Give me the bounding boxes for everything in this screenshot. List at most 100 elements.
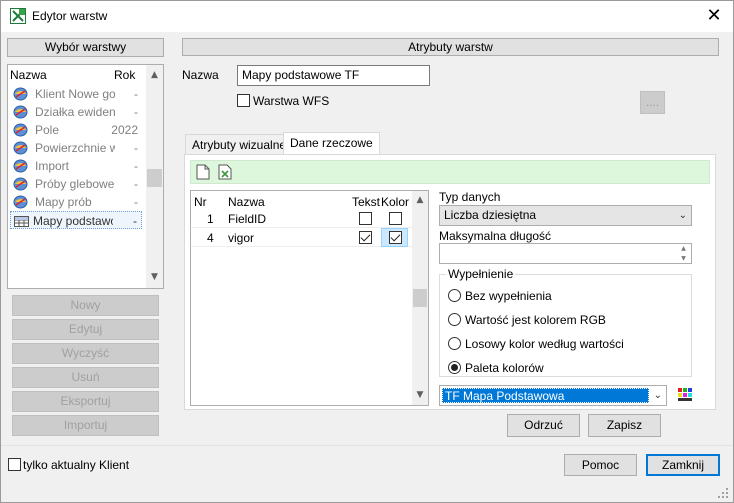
list-item[interactable]: Powierzchnie wy - [10,139,142,157]
table-row[interactable]: 1 FieldID [191,209,413,228]
max-length-label: Maksymalna długość [439,229,552,243]
wfs-checkbox[interactable] [237,94,250,107]
delete-file-icon[interactable] [218,164,232,180]
layer-year: - [134,87,138,101]
fill-option-none-radio[interactable] [448,289,461,302]
scroll-up-icon[interactable]: ▲ [412,192,428,209]
row-text-checkbox[interactable] [359,231,372,244]
layer-icon [13,141,28,155]
data-type-value: Liczba dziesiętna [444,208,537,222]
layer-year: - [133,214,137,228]
import-button[interactable]: Importuj [12,415,159,436]
grid-layer-icon [14,216,29,227]
layer-attributes-header: Atrybuty warstw [182,38,719,56]
close-button[interactable]: Zamknij [646,454,720,476]
layer-name-input[interactable]: Mapy podstawowe TF [237,65,430,86]
row-color-checkbox[interactable] [389,231,402,244]
save-button[interactable]: Zapisz [588,414,661,437]
chevron-down-icon: ⌄ [653,390,662,401]
data-type-select[interactable]: Liczba dziesiętna ⌄ [439,205,692,226]
row-nr: 1 [207,212,214,226]
layer-editor-window: Edytor warstw ✕ Wybór warstwy Nazwa Rok … [0,0,734,503]
list-item[interactable]: Pole 2022 [10,121,142,139]
fill-groupbox: Wypełnienie Bez wypełnienia Wartość jest… [439,267,692,377]
close-icon[interactable]: ✕ [703,5,725,27]
grid-header-color: Kolor [381,195,410,209]
more-button[interactable]: .... [640,91,665,114]
resize-grip-icon[interactable] [716,486,730,500]
layer-name: Powierzchnie wy [35,141,115,155]
list-item[interactable]: Mapy podstawov - [10,211,142,229]
table-row[interactable]: 4 vigor [191,228,413,247]
layer-name: Import [35,159,70,173]
scroll-down-icon[interactable]: ▼ [412,387,428,404]
fill-option-palette-radio[interactable] [448,361,461,374]
layer-name: Mapy prób [35,195,92,209]
list-item[interactable]: Import - [10,157,142,175]
layer-name: Próby glebowe [35,177,115,191]
layer-icon [13,195,28,209]
only-current-client-checkbox[interactable] [8,458,21,471]
layer-selection-header: Wybór warstwy [7,38,164,57]
edit-button[interactable]: Edytuj [12,319,159,340]
layer-year: - [134,195,138,209]
spin-up-icon[interactable]: ▲ [676,244,691,253]
layer-year: - [134,159,138,173]
column-header-name: Nazwa [10,68,47,82]
palette-select[interactable]: TF Mapa Podstawowa ⌄ [439,385,667,406]
title-bar: Edytor warstw ✕ [1,1,733,32]
fill-option-palette-label: Paleta kolorów [465,361,544,375]
list-item[interactable]: Działka ewidenc - [10,103,142,121]
palette-icon[interactable] [678,388,692,401]
column-header-year: Rok [114,68,136,82]
layer-name: Klient Nowe gosp [35,87,115,101]
layer-year: 2022 [111,123,138,137]
window-title: Edytor warstw [32,9,108,23]
row-color-checkbox[interactable] [389,212,402,225]
new-file-icon[interactable] [196,164,210,180]
tab-data-attributes[interactable]: Dane rzeczowe [283,132,380,155]
grid-header-nr: Nr [194,195,207,209]
fill-option-none-label: Bez wypełnienia [465,289,552,303]
only-current-client-label: tylko aktualny Klient [23,458,130,472]
list-item[interactable]: Próby glebowe - [10,175,142,193]
fill-option-random-radio[interactable] [448,337,461,350]
max-length-input[interactable]: ▲ ▼ [439,243,692,264]
clear-button[interactable]: Wyczyść [12,343,159,364]
layer-list-scrollbar[interactable]: ▲ ▼ [146,65,163,288]
layer-icon [13,159,28,173]
list-item[interactable]: Klient Nowe gosp - [10,85,142,103]
scroll-thumb[interactable] [147,169,162,187]
discard-button[interactable]: Odrzuć [507,414,580,437]
layer-list[interactable]: Nazwa Rok Klient Nowe gosp-Działka ewide… [7,64,164,289]
scroll-down-icon[interactable]: ▼ [146,269,163,286]
tab-visual-attributes[interactable]: Atrybuty wizualne [185,134,294,155]
max-length-spinner[interactable]: ▲ ▼ [676,244,691,263]
grid-scrollbar[interactable]: ▲ ▼ [412,191,428,405]
delete-button[interactable]: Usuń [12,367,159,388]
layer-icon [13,123,28,137]
grid-header-text: Tekst [352,195,381,209]
scroll-up-icon[interactable]: ▲ [146,67,163,84]
data-attributes-panel: Nr Nazwa Tekst Kolor 1 FieldID 4 vigor ▲ [184,154,716,410]
list-item[interactable]: Mapy prób - [10,193,142,211]
export-button[interactable]: Eksportuj [12,391,159,412]
layer-icon [13,105,28,119]
row-name: FieldID [228,212,267,226]
layer-year: - [134,177,138,191]
chevron-down-icon: ⌄ [678,210,687,221]
layer-year: - [134,105,138,119]
fill-option-rgb-radio[interactable] [448,313,461,326]
new-button[interactable]: Nowy [12,295,159,316]
attributes-grid[interactable]: Nr Nazwa Tekst Kolor 1 FieldID 4 vigor ▲ [190,190,429,406]
row-nr: 4 [207,231,214,245]
scroll-thumb[interactable] [413,289,427,307]
palette-value: TF Mapa Podstawowa [442,388,649,403]
row-text-checkbox[interactable] [359,212,372,225]
layer-year: - [134,141,138,155]
name-label: Nazwa [182,68,219,82]
spin-down-icon[interactable]: ▼ [676,254,691,263]
layer-name: Mapy podstawov [33,214,113,228]
row-name: vigor [228,231,255,245]
help-button[interactable]: Pomoc [564,454,637,476]
